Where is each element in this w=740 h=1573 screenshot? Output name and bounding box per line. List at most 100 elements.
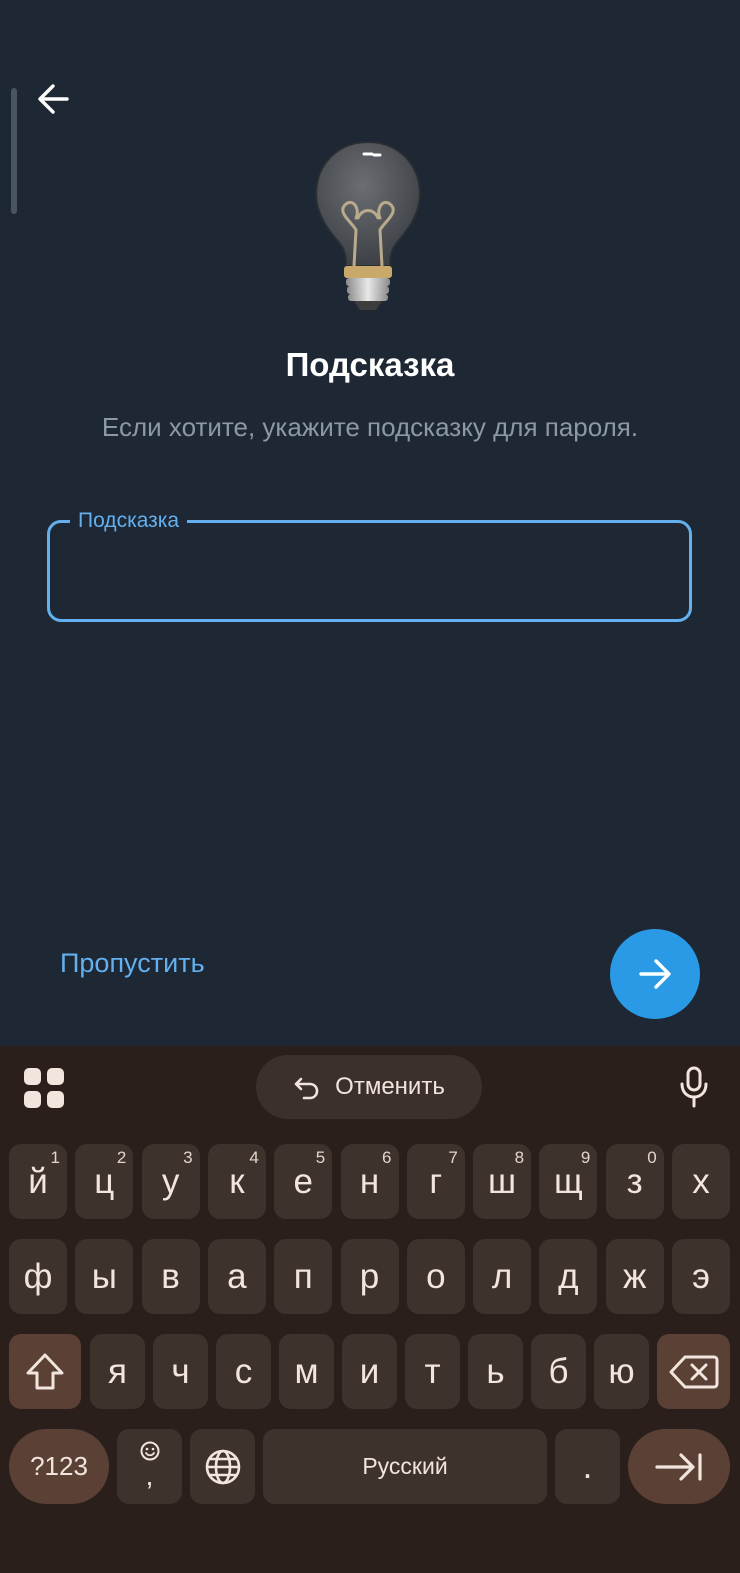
key-hint: 3	[183, 1148, 193, 1167]
key-7-row-2[interactable]: о	[406, 1239, 465, 1314]
key-3-row-2[interactable]: в	[141, 1239, 200, 1314]
space-key[interactable]: Русский	[263, 1429, 547, 1504]
key-6-row-1[interactable]: н6	[340, 1144, 399, 1219]
hint-field-label: Подсказка	[70, 507, 188, 535]
hint-input[interactable]	[74, 553, 664, 593]
key-11-row-2[interactable]: э	[672, 1239, 730, 1314]
key-label: ы	[91, 1256, 117, 1296]
key-4-row-1[interactable]: к4	[207, 1144, 266, 1219]
apps-grid-icon[interactable]	[22, 1066, 66, 1110]
key-6-row-2[interactable]: р	[340, 1239, 399, 1314]
shift-key[interactable]	[9, 1334, 81, 1409]
mic-button[interactable]	[674, 1064, 714, 1110]
scroll-indicator	[11, 88, 17, 214]
globe-icon	[205, 1449, 240, 1484]
key-label: у	[161, 1161, 180, 1201]
symbols-key[interactable]: ?123	[9, 1429, 109, 1504]
period-key[interactable]: .	[555, 1429, 620, 1504]
key-label: й	[28, 1161, 48, 1201]
key-label: ю	[608, 1351, 635, 1391]
key-hint: 0	[647, 1148, 657, 1167]
key-9-row-2[interactable]: д	[539, 1239, 598, 1314]
key-1-row-3[interactable]: я	[90, 1334, 145, 1409]
key-label: ф	[23, 1256, 53, 1296]
key-hint: 4	[249, 1148, 259, 1167]
tab-arrow-icon	[655, 1452, 702, 1481]
key-hint: 1	[50, 1148, 60, 1167]
key-label: р	[359, 1256, 380, 1296]
key-label: ж	[622, 1256, 647, 1296]
arrow-right-icon	[639, 959, 671, 989]
app-screen: Подсказка Если хотите, укажите подсказку…	[0, 0, 740, 1046]
comma-label: ,	[145, 1459, 154, 1491]
key-label: л	[491, 1256, 513, 1296]
key-label: и	[359, 1351, 380, 1391]
backspace-key[interactable]	[657, 1334, 730, 1409]
page-subtitle: Если хотите, укажите подсказку для парол…	[101, 412, 639, 442]
key-label: т	[424, 1351, 441, 1391]
key-hint: 8	[514, 1148, 525, 1167]
key-1-row-1[interactable]: й1	[9, 1144, 67, 1219]
hint-field[interactable]: Подсказка	[47, 507, 692, 622]
key-3-row-1[interactable]: у3	[141, 1144, 200, 1219]
key-label: н	[359, 1161, 380, 1201]
key-9-row-3[interactable]: ю	[594, 1334, 649, 1409]
key-7-row-3[interactable]: ь	[468, 1334, 523, 1409]
key-9-row-1[interactable]: щ9	[539, 1144, 598, 1219]
key-3-row-3[interactable]: с	[216, 1334, 271, 1409]
key-label: ь	[486, 1351, 505, 1391]
key-10-row-2[interactable]: ж	[605, 1239, 664, 1314]
key-11-row-1[interactable]: х	[672, 1144, 730, 1219]
key-label: щ	[553, 1161, 583, 1201]
skip-button[interactable]: Пропустить	[60, 948, 205, 979]
key-10-row-1[interactable]: з0	[605, 1144, 664, 1219]
key-label: э	[692, 1256, 710, 1296]
key-label: я	[108, 1351, 127, 1391]
emoji-comma-key[interactable]: ,	[117, 1429, 182, 1504]
page-title: Подсказка	[285, 346, 455, 383]
keyboard: Отменить й1ц2у3к4е5н6г7ш8щ9з0х фывапролд…	[0, 1046, 740, 1573]
key-8-row-2[interactable]: л	[473, 1239, 532, 1314]
shift-icon	[26, 1353, 64, 1389]
key-4-row-3[interactable]: м	[279, 1334, 334, 1409]
key-label: ш	[488, 1161, 517, 1201]
key-label: с	[234, 1351, 253, 1391]
key-label: б	[548, 1351, 569, 1391]
key-5-row-1[interactable]: е5	[274, 1144, 333, 1219]
key-label: в	[161, 1256, 180, 1296]
key-hint: 6	[382, 1148, 392, 1167]
key-label: ч	[171, 1351, 190, 1391]
next-button[interactable]	[610, 929, 700, 1019]
keyboard-toolbar: Отменить	[0, 1046, 740, 1132]
key-2-row-1[interactable]: ц2	[75, 1144, 134, 1219]
undo-icon	[294, 1077, 319, 1100]
key-label: г	[429, 1161, 443, 1201]
language-key[interactable]	[190, 1429, 255, 1504]
key-6-row-3[interactable]: т	[405, 1334, 460, 1409]
key-label: х	[692, 1161, 710, 1201]
back-button[interactable]	[30, 76, 76, 122]
key-label: ц	[94, 1161, 115, 1201]
key-2-row-2[interactable]: ы	[75, 1239, 134, 1314]
undo-label: Отменить	[335, 1073, 445, 1100]
key-5-row-3[interactable]: и	[342, 1334, 397, 1409]
key-8-row-1[interactable]: ш8	[473, 1144, 532, 1219]
undo-button[interactable]: Отменить	[256, 1055, 482, 1119]
emoji-icon	[140, 1441, 159, 1460]
next-field-key[interactable]	[628, 1429, 730, 1504]
key-2-row-3[interactable]: ч	[153, 1334, 208, 1409]
key-1-row-2[interactable]: ф	[9, 1239, 67, 1314]
key-hint: 7	[448, 1148, 458, 1167]
key-7-row-1[interactable]: г7	[406, 1144, 465, 1219]
key-5-row-2[interactable]: п	[274, 1239, 333, 1314]
key-label: з	[626, 1161, 643, 1201]
key-8-row-3[interactable]: б	[531, 1334, 586, 1409]
backspace-icon	[669, 1355, 718, 1388]
microphone-icon	[680, 1066, 708, 1108]
key-label: е	[293, 1161, 313, 1201]
key-label: д	[558, 1256, 579, 1296]
key-4-row-2[interactable]: а	[207, 1239, 266, 1314]
key-hint: 9	[580, 1148, 591, 1167]
arrow-left-icon	[38, 84, 69, 114]
lightbulb-icon	[314, 140, 422, 310]
